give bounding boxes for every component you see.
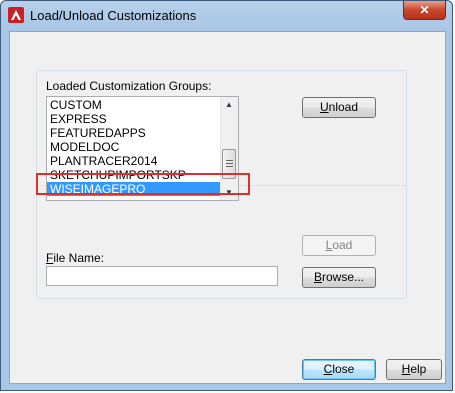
close-icon: ✕ <box>419 3 430 17</box>
title-bar[interactable]: Load/Unload Customizations ✕ <box>1 1 452 31</box>
close-window-button[interactable]: ✕ <box>403 1 446 20</box>
load-button[interactable]: Load <box>302 235 376 256</box>
file-name-label: File Name: <box>46 251 104 265</box>
close-button[interactable]: Close <box>302 359 376 380</box>
file-name-input[interactable] <box>46 266 278 286</box>
load-label: oad <box>332 238 353 252</box>
close-label: lose <box>332 362 355 376</box>
browse-mnemonic: B <box>313 270 322 284</box>
file-name-label-text: ile Name: <box>53 251 105 265</box>
unload-mnemonic: U <box>319 100 329 114</box>
autocad-logo-icon <box>8 7 24 23</box>
browse-button[interactable]: Browse... <box>302 267 376 288</box>
window-title: Load/Unload Customizations <box>30 8 197 23</box>
help-button[interactable]: Help <box>386 359 442 380</box>
dialog-window: Load/Unload Customizations ✕ Loaded Cust… <box>0 0 453 391</box>
list-item[interactable]: FEATUREDAPPS <box>47 126 221 140</box>
loaded-groups-label: Loaded Customization Groups: <box>46 79 212 93</box>
selection-highlight-box <box>36 173 250 195</box>
browse-label: rowse... <box>322 270 365 284</box>
unload-button[interactable]: Unload <box>302 97 376 118</box>
help-label: elp <box>410 362 427 376</box>
dialog-client-area: Loaded Customization Groups: CUSTOM EXPR… <box>9 31 446 384</box>
list-item[interactable]: MODELDOC <box>47 140 221 154</box>
scroll-up-icon[interactable]: ▲ <box>221 97 237 112</box>
list-item[interactable]: PLANTRACER2014 <box>47 154 221 168</box>
list-item[interactable]: CUSTOM <box>47 98 221 112</box>
list-item[interactable]: EXPRESS <box>47 112 221 126</box>
unload-label: nload <box>328 100 359 114</box>
